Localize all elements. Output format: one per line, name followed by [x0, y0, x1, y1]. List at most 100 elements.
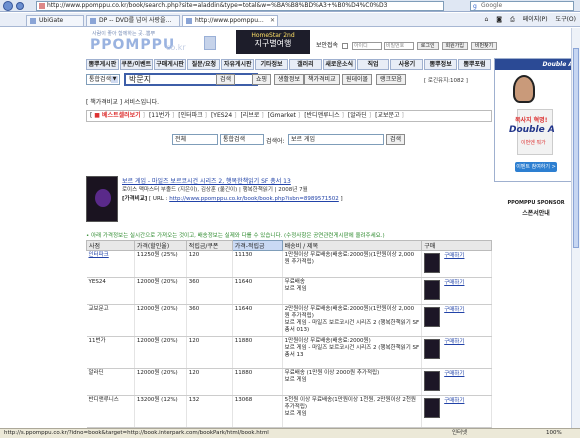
store-cell[interactable]: YES24 — [86, 277, 135, 305]
join-button[interactable]: 회원가입 — [441, 41, 468, 50]
tools-menu[interactable]: 도구(O) — [556, 16, 576, 23]
tab-ubigate[interactable]: UbiGate — [26, 15, 84, 26]
price-cell: 12000원 (20%) — [134, 368, 187, 396]
tab-kyobo[interactable]: 교보문고 — [377, 112, 399, 119]
id-field[interactable]: 아이디 — [351, 41, 382, 50]
tab-bandi[interactable]: 반디앤루니스 — [307, 112, 340, 119]
buy-link[interactable]: 구매하기 — [444, 398, 464, 405]
chevron-down-icon: ▼ — [111, 76, 118, 83]
toolbar-tools: ⌂ ◙ ⎙ 페이지(P) 도구(O) — [479, 15, 576, 25]
tab-ppomppu[interactable]: http://www.ppomppu... ✕ — [182, 15, 278, 26]
feed-icon[interactable]: ◙ — [496, 16, 502, 23]
home-icon[interactable]: ⌂ — [485, 16, 489, 23]
category-select[interactable]: 전체 — [172, 134, 218, 145]
search-mode-select[interactable]: 통합검색 ▼ — [86, 74, 120, 85]
sponsor-info-link[interactable]: 스폰서안내 — [494, 208, 578, 217]
store-cell[interactable]: 11번가 — [86, 336, 135, 369]
buy-link[interactable]: 구매하기 — [444, 371, 464, 378]
tab-yes24[interactable]: YES24 — [213, 112, 232, 119]
tab-libro[interactable]: 리브로 — [243, 112, 260, 119]
browser-search-input[interactable]: g Google — [470, 1, 574, 11]
tab-dp[interactable]: DP -- DVD를 넘어 사랑을... — [86, 15, 180, 26]
product-title[interactable]: 보르 게임 - 마일즈 보르코시건 시리즈 2, 행복한책읽기 SF 총서 13 — [122, 176, 291, 185]
store-cell[interactable]: 교보문고 — [86, 304, 135, 337]
book-thumbnail[interactable] — [424, 398, 441, 418]
zoom-level[interactable]: 100% — [546, 429, 562, 438]
mileage-cell: 360 — [186, 277, 233, 305]
life-info-button[interactable]: 생활정보 — [274, 74, 305, 85]
site-search-input[interactable]: 박문지 — [124, 73, 258, 86]
login-button[interactable]: 로그인 — [416, 41, 439, 50]
menu-item[interactable]: 사용기 — [390, 59, 424, 70]
menu-item[interactable]: 새로운소식 — [322, 59, 356, 70]
tab-bestseller[interactable]: ■ 베스트셀러보기 — [94, 112, 140, 119]
close-icon[interactable]: ✕ — [270, 16, 275, 26]
menu-item[interactable]: 쿠폰/이벤트 — [119, 59, 153, 70]
buy-link[interactable]: 구매하기 — [444, 253, 464, 260]
col-net[interactable]: 가격-적립금 — [231, 240, 283, 251]
net-price-cell: 11880 — [232, 368, 283, 396]
login-remain-text: [ 로긴유지:1082 ] — [424, 78, 468, 84]
store-cell[interactable]: 알라딘 — [86, 368, 135, 396]
price-cell: 12000원 (20%) — [134, 304, 187, 337]
site-search-button[interactable]: 검색 — [216, 74, 236, 85]
page-menu[interactable]: 페이지(P) — [523, 16, 548, 23]
menu-item[interactable]: 뽐뿌정보 — [424, 59, 458, 70]
menu-item[interactable]: 질문/요청 — [187, 59, 221, 70]
shopping-button[interactable]: 쇼핑 — [252, 74, 272, 85]
price-note: • 아래 가격정보는 실시간으로 가져오는 것이고, 배송정보는 실제와 다를 … — [86, 233, 385, 239]
ad-event-button[interactable]: 이벤트 참여하기 > — [515, 162, 557, 172]
col-store[interactable]: 사점 — [86, 240, 135, 251]
menu-item[interactable]: 자유게시판 — [221, 59, 255, 70]
book-thumbnail[interactable] — [424, 371, 441, 391]
col-mileage[interactable]: 적립금/쿠폰 — [185, 240, 233, 251]
page-scrollbar[interactable] — [571, 28, 580, 428]
tab-11st[interactable]: 11번가 — [151, 112, 170, 119]
tab-favicon — [186, 18, 192, 24]
password-field[interactable]: 비밀번호 — [383, 41, 414, 50]
buy-link[interactable]: 구매하기 — [444, 307, 464, 314]
site-logo[interactable]: PPOMPPU — [90, 37, 175, 53]
print-icon[interactable]: ⎙ — [510, 16, 515, 23]
menu-item[interactable]: 기타정보 — [255, 59, 288, 70]
table-row: 교보문고 12000원 (20%) 360 11640 2만원이상 무료배송(배송료:2… — [86, 304, 492, 337]
secure-login-checkbox[interactable] — [342, 42, 349, 49]
sponsor-ad[interactable]: Double A 복사지 혁명! Double A 이번엔 뭐가 이벤트 참여하… — [494, 58, 578, 182]
forward-button[interactable] — [16, 2, 24, 10]
buy-link[interactable]: 구매하기 — [444, 339, 464, 346]
net-price-cell: 11640 — [232, 304, 283, 337]
price-cell: 13200원 (12%) — [134, 395, 187, 428]
tab-aladdin[interactable]: 알라딘 — [350, 112, 367, 119]
book-search-button[interactable]: 검색 — [386, 134, 406, 145]
book-search-input[interactable]: 보르 게임 — [288, 134, 384, 145]
col-info[interactable]: 배송비 / 제목 — [281, 240, 423, 251]
tab-gmarket[interactable]: Gmarket — [270, 112, 296, 119]
back-button[interactable] — [3, 1, 13, 11]
book-cover-image[interactable] — [86, 176, 118, 222]
filter-type-select[interactable]: 통합검색 — [220, 134, 264, 145]
compare-url[interactable]: http://www.ppomppu.co.kr/book/book.php?i… — [169, 196, 339, 202]
menu-item[interactable]: 뽐뿌포럼 — [458, 59, 491, 70]
buy-link[interactable]: 구매하기 — [444, 280, 464, 287]
net-price-cell: 11130 — [232, 250, 283, 278]
store-cell[interactable]: 반디앤루니스 — [86, 395, 135, 428]
product-info: 보르 게임 - 마일즈 보르코시건 시리즈 2, 행복한책읽기 SF 총서 13… — [86, 176, 492, 226]
oneday-mall-button[interactable]: 원데이몰 — [342, 74, 373, 85]
book-thumbnail[interactable] — [424, 307, 441, 327]
menu-item[interactable]: 직업 — [356, 59, 390, 70]
find-password-button[interactable]: 비번찾기 — [470, 41, 498, 50]
book-thumbnail[interactable] — [424, 253, 441, 273]
store-cell[interactable]: 인터파크 — [86, 250, 135, 278]
book-thumbnail[interactable] — [424, 280, 441, 300]
menu-item[interactable]: 뽐뿌게시판 — [86, 59, 119, 70]
menu-item[interactable]: 갤러리 — [288, 59, 322, 70]
menu-item[interactable]: 구매게시판 — [153, 59, 187, 70]
rank-button[interactable]: 랭크모음 — [376, 74, 407, 85]
book-compare-button[interactable]: 책가격비교 — [304, 74, 340, 85]
book-thumbnail[interactable] — [424, 339, 441, 359]
col-price[interactable]: 가격(할인율) — [133, 240, 187, 251]
tab-interpark[interactable]: 인터파크 — [181, 112, 203, 119]
scroll-thumb[interactable] — [573, 48, 579, 248]
header-banner[interactable]: HomeStar 2nd 지구별여행 — [236, 30, 310, 54]
address-input[interactable]: http://www.ppomppu.co.kr/book/search.php… — [36, 1, 444, 11]
